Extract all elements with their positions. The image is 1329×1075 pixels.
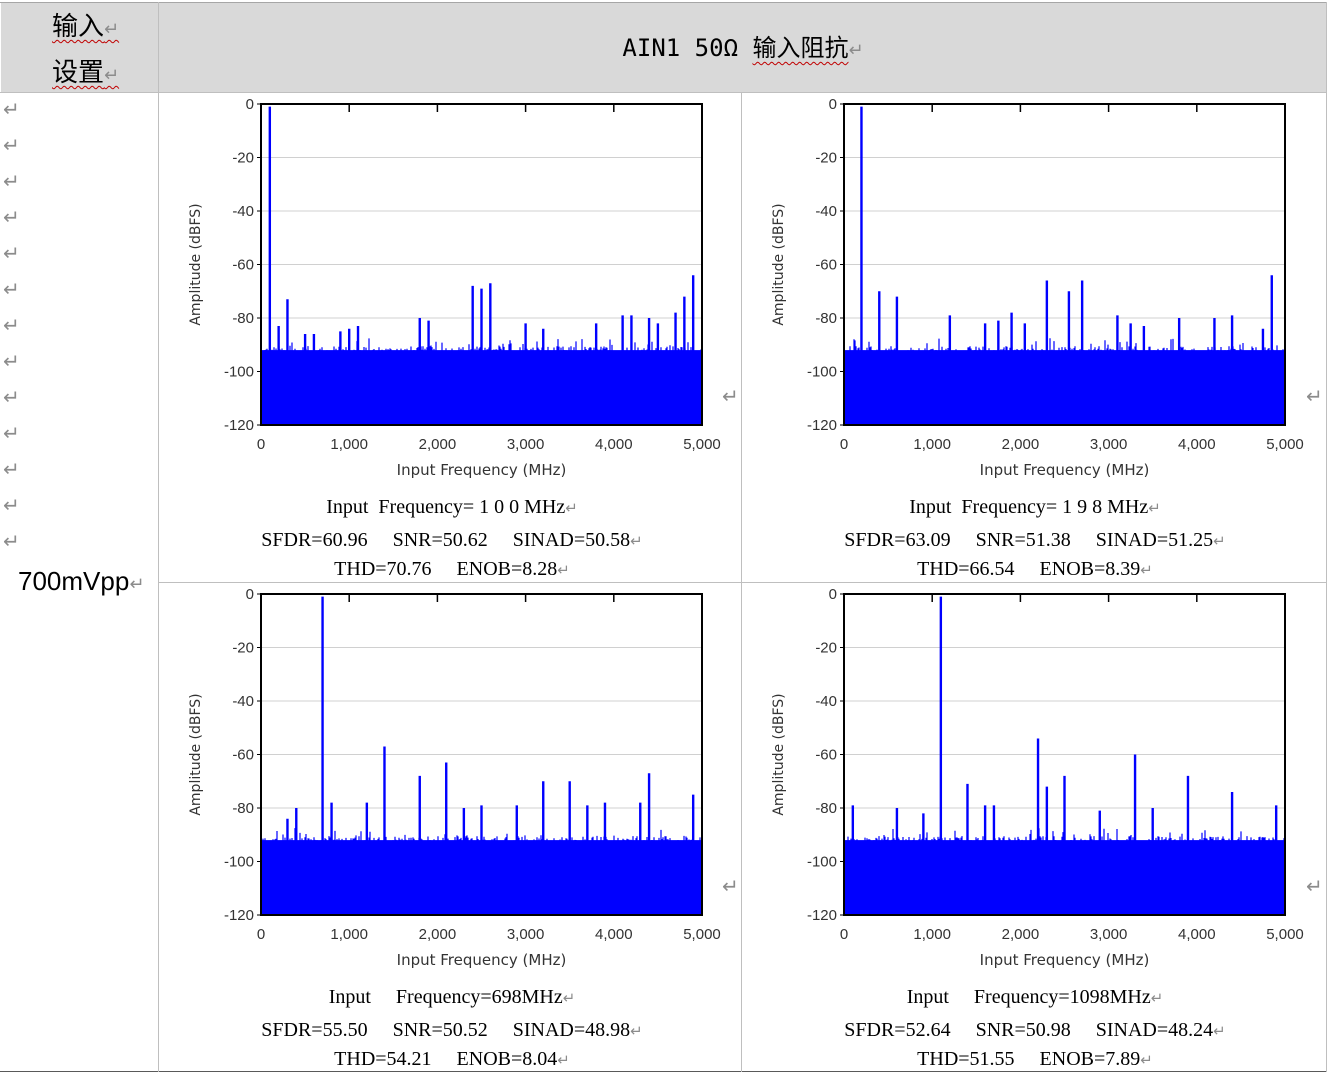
- y-tick-label: -80: [232, 800, 254, 817]
- x-tick-label: 1,000: [913, 436, 951, 453]
- x-tick-label: 0: [257, 926, 265, 943]
- caption-metrics: SFDR=60.96 SNR=50.62 SINAD=50.58↵: [261, 529, 643, 551]
- caption-input-frequency: Input Frequency= 1 0 0 MHz↵: [326, 496, 578, 518]
- x-tick-label: 2,000: [1002, 926, 1040, 943]
- x-tick-label: 2,000: [1002, 436, 1040, 453]
- column-divider-middle: [741, 92, 742, 1072]
- y-axis-label: Amplitude (dBFS): [771, 203, 787, 325]
- y-tick-label: -120: [807, 907, 837, 924]
- noise-floor-fill: [844, 350, 1285, 425]
- y-tick-label: 0: [246, 96, 254, 113]
- x-tick-label: 3,000: [507, 926, 545, 943]
- column-divider-left: [158, 2, 159, 1072]
- table-border-bottom: [0, 1071, 1327, 1072]
- fft-chart-698mhz: 0-20-40-60-80-100-1200 1,000 2,000 3,000 4,0…: [188, 586, 721, 969]
- y-tick-label: -20: [232, 150, 254, 167]
- x-tick-label: 4,000: [595, 436, 633, 453]
- x-tick-label: 1,000: [913, 926, 951, 943]
- fft-chart-100mhz: 0-20-40-60-80-100-1200 1,000 2,000 3,000 4,0…: [188, 96, 721, 479]
- paragraph-mark: ↵: [722, 874, 739, 898]
- y-tick-label: -100: [807, 364, 837, 381]
- y-tick-label: -40: [232, 203, 254, 220]
- y-tick-label: -60: [232, 257, 254, 274]
- y-axis-label: Amplitude (dBFS): [188, 203, 204, 325]
- caption-metrics: SFDR=63.09 SNR=51.38 SINAD=51.25↵: [844, 529, 1226, 551]
- x-tick-label: 0: [257, 436, 265, 453]
- x-tick-label: 4,000: [595, 926, 633, 943]
- y-tick-label: -120: [224, 417, 254, 434]
- x-axis-label: Input Frequency (MHz): [397, 951, 567, 969]
- fft-chart-1098mhz: 0-20-40-60-80-100-1200 1,000 2,000 3,000 4,0…: [771, 586, 1304, 969]
- table-border-top: [0, 2, 1327, 3]
- caption-metrics: SFDR=52.64 SNR=50.98 SINAD=48.24↵: [844, 1019, 1226, 1041]
- x-axis-label: Input Frequency (MHz): [980, 951, 1150, 969]
- x-tick-label: 1,000: [330, 926, 368, 943]
- y-tick-label: -40: [232, 693, 254, 710]
- y-tick-label: -120: [224, 907, 254, 924]
- x-tick-label: 5,000: [683, 436, 721, 453]
- y-tick-label: -60: [232, 747, 254, 764]
- y-tick-label: -60: [815, 747, 837, 764]
- table-border-right: [1326, 2, 1327, 1072]
- y-tick-label: 0: [829, 586, 837, 603]
- x-tick-label: 3,000: [1090, 436, 1128, 453]
- x-tick-label: 3,000: [507, 436, 545, 453]
- caption-thd-enob: THD=70.76 ENOB=8.28↵: [334, 558, 570, 580]
- caption-input-frequency: Input Frequency= 1 9 8 MHz↵: [909, 496, 1161, 518]
- y-tick-label: -40: [815, 203, 837, 220]
- y-axis-label: Amplitude (dBFS): [771, 693, 787, 815]
- y-axis-label: Amplitude (dBFS): [188, 693, 204, 815]
- y-tick-label: -100: [807, 854, 837, 871]
- y-tick-label: -120: [807, 417, 837, 434]
- paragraph-mark: ↵: [1306, 874, 1323, 898]
- paragraph-marks-column: ↵ ↵ ↵ ↵ ↵ ↵ ↵ ↵ ↵ ↵ ↵ ↵ ↵: [3, 97, 20, 553]
- paragraph-mark: ↵: [722, 384, 739, 408]
- x-tick-label: 0: [840, 926, 848, 943]
- x-tick-label: 2,000: [419, 926, 457, 943]
- paragraph-mark: ↵: [1306, 384, 1323, 408]
- table-title: AIN1 50Ω 输入阻抗↵: [622, 34, 864, 62]
- y-tick-label: -80: [815, 310, 837, 327]
- y-tick-label: -60: [815, 257, 837, 274]
- x-tick-label: 2,000: [419, 436, 457, 453]
- y-tick-label: -20: [815, 150, 837, 167]
- y-tick-label: -40: [815, 693, 837, 710]
- y-tick-label: -100: [224, 364, 254, 381]
- caption-input-frequency: Input Frequency=698MHz↵: [328, 986, 576, 1008]
- y-tick-label: -100: [224, 854, 254, 871]
- x-tick-label: 3,000: [1090, 926, 1128, 943]
- y-tick-label: 0: [829, 96, 837, 113]
- caption-thd-enob: THD=51.55 ENOB=7.89↵: [917, 1048, 1153, 1070]
- x-tick-label: 5,000: [1266, 926, 1304, 943]
- x-tick-label: 1,000: [330, 436, 368, 453]
- caption-thd-enob: THD=54.21 ENOB=8.04↵: [334, 1048, 570, 1070]
- title-impedance: 输入阻抗: [752, 34, 849, 62]
- x-tick-label: 5,000: [1266, 436, 1304, 453]
- y-tick-label: -20: [815, 640, 837, 657]
- input-setting-value: 700mVpp↵: [18, 566, 145, 596]
- title-prefix: AIN1 50Ω: [622, 34, 753, 62]
- x-axis-label: Input Frequency (MHz): [397, 461, 567, 479]
- x-tick-label: 5,000: [683, 926, 721, 943]
- caption-thd-enob: THD=66.54 ENOB=8.39↵: [917, 558, 1153, 580]
- x-tick-label: 0: [840, 436, 848, 453]
- caption-input-frequency: Input Frequency=1098MHz↵: [906, 986, 1164, 1008]
- x-tick-label: 4,000: [1178, 926, 1216, 943]
- y-tick-label: -20: [232, 640, 254, 657]
- caption-metrics: SFDR=55.50 SNR=50.52 SINAD=48.98↵: [261, 1019, 643, 1041]
- x-tick-label: 4,000: [1178, 436, 1216, 453]
- setting-label-line1: 输入↵: [52, 12, 120, 42]
- setting-label-line2: 设置↵: [52, 58, 120, 88]
- y-tick-label: -80: [815, 800, 837, 817]
- x-axis-label: Input Frequency (MHz): [980, 461, 1150, 479]
- fft-chart-198mhz: 0-20-40-60-80-100-1200 1,000 2,000 3,000 4,0…: [771, 96, 1304, 479]
- y-tick-label: -80: [232, 310, 254, 327]
- y-tick-label: 0: [246, 586, 254, 603]
